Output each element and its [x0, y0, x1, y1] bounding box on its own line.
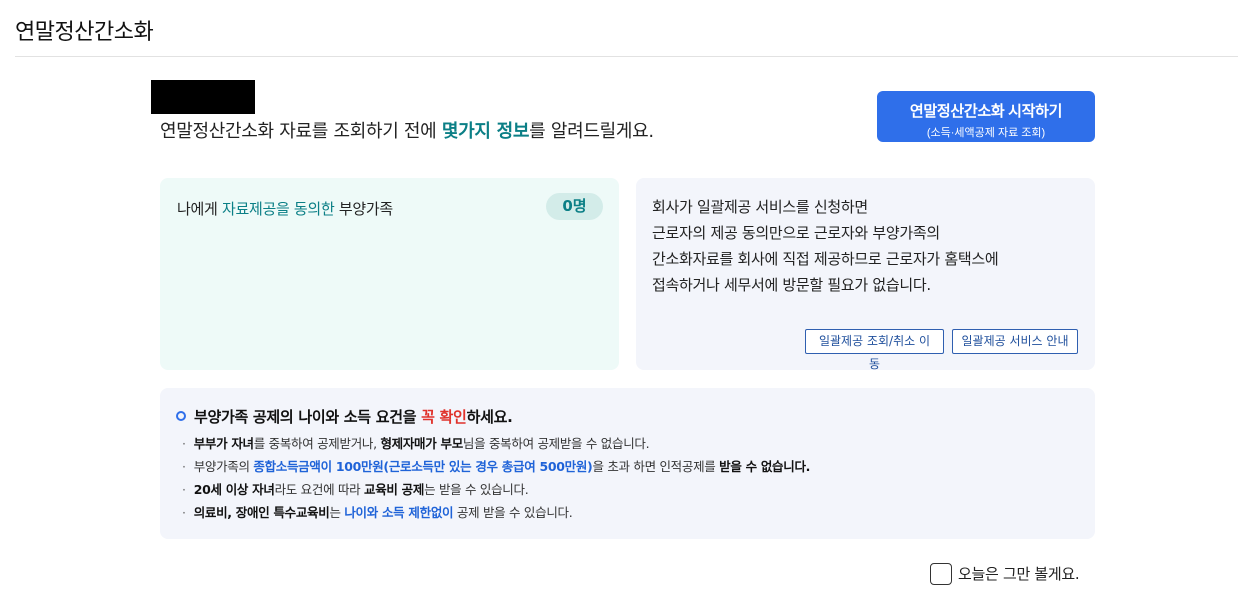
notice-bold: 의료비, 장애인 특수교육비 [193, 505, 330, 520]
dependents-suffix: 부양가족 [334, 200, 393, 218]
notice-bold: 20세 이상 자녀 [193, 482, 275, 497]
notice-list: 부부가 자녀를 중복하여 공제받거나, 형제자매가 부모님을 중복하여 공제받을… [182, 432, 811, 524]
page-title: 연말정산간소화 [15, 20, 154, 45]
bulk-lookup-cancel-button[interactable]: 일괄제공 조회/취소 이동 [805, 329, 944, 371]
redacted-name-block [151, 80, 255, 114]
notice-item: 의료비, 장애인 특수교육비는 나이와 소득 제한없이 공제 받을 수 있습니다… [182, 501, 810, 524]
notice-bold: 받을 수 없습니다. [719, 459, 811, 474]
start-simplified-service-button[interactable]: 연말정산간소화 시작하기 (소득·세액공제 자료 조회) [877, 91, 1095, 142]
intro-highlight: 몇가지 정보 [441, 121, 530, 142]
notice-text: 을 초과 하면 인적공제를 [592, 459, 720, 474]
bulk-desc-line: 간소화자료를 회사에 직접 제공하므로 근로자가 홈택스에 [652, 250, 999, 268]
dependents-highlight: 자료제공을 동의한 [221, 200, 335, 218]
bulk-provision-description: 회사가 일괄제공 서비스를 신청하면 근로자의 제공 동의만으로 근로자와 부양… [652, 194, 999, 298]
notice-text: 를 중복하여 공제받거나, [253, 436, 381, 451]
notice-text: 라도 요건에 따라 [274, 482, 365, 497]
bulk-desc-line: 회사가 일괄제공 서비스를 신청하면 [652, 198, 868, 216]
bulk-desc-line: 접속하거나 세무서에 방문할 필요가 없습니다. [652, 276, 931, 294]
notice-heading: 부양가족 공제의 나이와 소득 요건을 꼭 확인하세요. [176, 406, 513, 427]
notice-item: 부부가 자녀를 중복하여 공제받거나, 형제자매가 부모님을 중복하여 공제받을… [182, 432, 810, 455]
ring-bullet-icon [176, 411, 186, 421]
notice-item: 부양가족의 종합소득금액이 100만원(근로소득만 있는 경우 총급여 500만… [182, 455, 811, 478]
notice-text: 부양가족의 [193, 459, 254, 474]
notice-highlight: 나이와 소득 제한없이 [344, 505, 454, 520]
dependents-prefix: 나에게 [177, 200, 222, 218]
notice-text: 는 [329, 505, 345, 520]
dependents-count-badge: 0명 [546, 193, 603, 220]
notice-highlight: 종합소득금액이 100만원(근로소득만 있는 경우 총급여 500만원) [253, 459, 593, 474]
start-button-sublabel: (소득·세액공제 자료 조회) [926, 127, 1046, 139]
intro-text-after: 를 알려드릴게요. [529, 121, 654, 142]
notice-item: 20세 이상 자녀라도 요건에 따라 교육비 공제는 받을 수 있습니다. [182, 478, 810, 501]
notice-text: 는 받을 수 있습니다. [424, 482, 529, 497]
dont-show-today-checkbox[interactable] [930, 563, 952, 585]
bulk-desc-line: 근로자의 제공 동의만으로 근로자와 부양가족의 [652, 224, 940, 242]
dont-show-today-label: 오늘은 그만 볼게요. [958, 565, 1080, 583]
notice-text: 공제 받을 수 있습니다. [453, 505, 573, 520]
start-button-label: 연말정산간소화 시작하기 [909, 103, 1063, 120]
notice-bold: 교육비 공제 [364, 482, 425, 497]
notice-text: 님을 중복하여 공제받을 수 없습니다. [462, 436, 650, 451]
consented-dependents-card: 나에게 자료제공을 동의한 부양가족 0명 [160, 178, 619, 370]
notice-bold: 형제자매가 부모 [380, 436, 463, 451]
notice-bold: 부부가 자녀 [193, 436, 254, 451]
intro-text: 연말정산간소화 자료를 조회하기 전에 몇가지 정보를 알려드릴게요. [160, 117, 654, 143]
intro-text-before: 연말정산간소화 자료를 조회하기 전에 [160, 121, 442, 142]
notice-head-before: 부양가족 공제의 나이와 소득 요건을 [194, 408, 422, 426]
title-divider [15, 56, 1238, 57]
dependent-requirements-notice: 부양가족 공제의 나이와 소득 요건을 꼭 확인하세요. 부부가 자녀를 중복하… [160, 388, 1095, 539]
consented-dependents-label: 나에게 자료제공을 동의한 부양가족 [177, 198, 393, 219]
notice-head-after: 하세요. [466, 408, 513, 426]
dont-show-today-option[interactable]: 오늘은 그만 볼게요. [930, 563, 1080, 585]
bulk-service-guide-button[interactable]: 일괄제공 서비스 안내 [952, 329, 1078, 354]
bulk-provision-card: 회사가 일괄제공 서비스를 신청하면 근로자의 제공 동의만으로 근로자와 부양… [636, 178, 1095, 371]
notice-head-emphasis: 꼭 확인 [421, 408, 467, 426]
